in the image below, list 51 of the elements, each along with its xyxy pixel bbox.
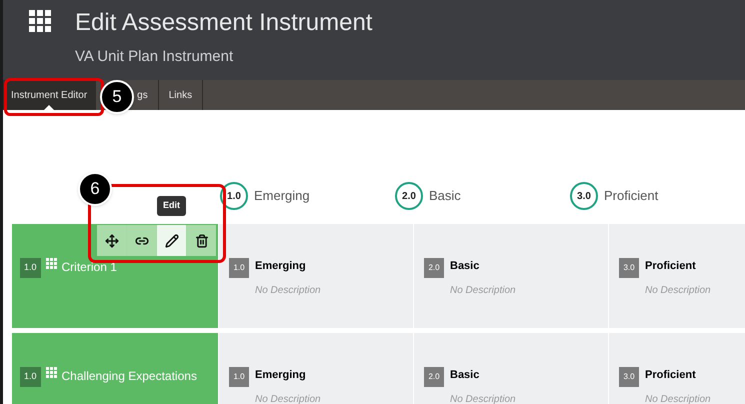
page-subtitle: VA Unit Plan Instrument	[75, 47, 234, 67]
criterion-score: 1.0	[20, 367, 41, 386]
level-score-badge: 1.0	[220, 182, 248, 210]
level-cell[interactable]: 2.0 Basic No Description	[414, 333, 608, 404]
level-score-badge: 3.0	[570, 182, 598, 210]
cell-level-name: Emerging	[255, 259, 307, 274]
criterion-score: 1.0	[20, 258, 41, 278]
cell-description: No Description	[450, 392, 516, 404]
cell-description: No Description	[255, 284, 321, 298]
cell-score: 3.0	[619, 258, 639, 278]
page-title: Edit Assessment Instrument	[75, 8, 372, 38]
cell-level-name: Emerging	[255, 368, 307, 383]
cell-score: 3.0	[619, 367, 639, 387]
level-cell[interactable]: 1.0 Emerging No Description	[219, 333, 413, 404]
cell-description: No Description	[645, 392, 711, 404]
level-cell[interactable]: 3.0 Proficient No Description	[609, 333, 745, 404]
cell-description: No Description	[645, 284, 711, 298]
tooltip: Edit	[157, 196, 186, 216]
delete-button[interactable]	[187, 225, 216, 256]
apps-grid-icon	[29, 10, 51, 32]
level-score-badge: 2.0	[395, 182, 423, 210]
pencil-icon	[164, 234, 178, 248]
cell-level-name: Basic	[450, 259, 480, 274]
criterion-name: Criterion 1	[62, 259, 117, 276]
grid-icon	[46, 367, 57, 378]
tab-pointer-icon	[44, 105, 54, 110]
level-name: Proficient	[604, 187, 658, 206]
move-icon	[104, 234, 118, 248]
criterion-name: Challenging Expectations	[62, 368, 197, 385]
edit-button[interactable]	[157, 225, 186, 256]
level-cell[interactable]: 1.0 Emerging No Description	[219, 224, 413, 328]
grid-icon	[46, 258, 57, 269]
cell-description: No Description	[255, 392, 321, 404]
cell-score: 2.0	[424, 258, 444, 278]
level-cell[interactable]: 3.0 Proficient No Description	[609, 224, 745, 328]
cell-level-name: Proficient	[645, 368, 697, 383]
link-button[interactable]	[127, 225, 156, 256]
move-button[interactable]	[97, 225, 126, 256]
level-name: Basic	[429, 187, 461, 206]
cell-score: 2.0	[424, 367, 444, 387]
cell-level-name: Basic	[450, 368, 480, 383]
criterion-card[interactable]: 1.0 Challenging Expectations	[12, 333, 218, 404]
level-name: Emerging	[254, 187, 310, 206]
cell-description: No Description	[450, 284, 516, 298]
trash-icon	[194, 234, 208, 248]
cell-score: 1.0	[229, 367, 249, 387]
tab[interactable]: Instrument Editor	[3, 80, 96, 110]
cell-score: 1.0	[229, 258, 249, 278]
step-badge: 6	[78, 172, 112, 206]
level-cell[interactable]: 2.0 Basic No Description	[414, 224, 608, 328]
cell-level-name: Proficient	[645, 259, 697, 274]
